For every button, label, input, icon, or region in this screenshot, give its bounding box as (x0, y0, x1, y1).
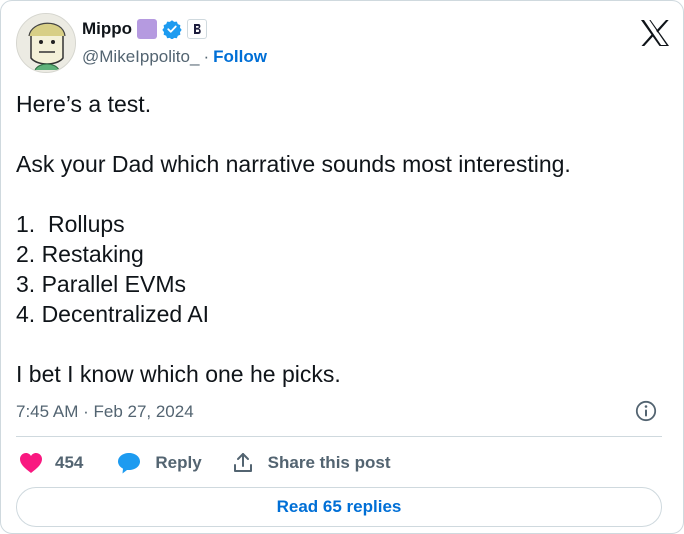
embedded-post-card: Mippo @MikeIppolito_ · Follow Here’s a t… (0, 0, 684, 534)
like-button[interactable]: 454 (19, 452, 83, 474)
post-text-line: 1. Rollups (16, 211, 125, 237)
reply-label: Reply (155, 453, 202, 472)
author-display-name[interactable]: Mippo (82, 19, 132, 39)
post-text-line: I bet I know which one he picks. (16, 361, 341, 387)
handle-separator: · (203, 47, 210, 66)
post-text: Here’s a test. Ask your Dad which narrat… (16, 89, 666, 389)
post-text-line: Ask your Dad which narrative sounds most… (16, 151, 571, 177)
post-text-line (16, 119, 666, 149)
reply-button[interactable]: Reply (117, 452, 202, 474)
author-handle-row: @MikeIppolito_ · Follow (82, 46, 267, 68)
author-name-row: Mippo (82, 17, 208, 41)
post-timestamp[interactable]: 7:45 AM · Feb 27, 2024 (16, 402, 194, 422)
post-text-line: Here’s a test. (16, 91, 152, 117)
share-upload-icon (233, 453, 252, 472)
x-logo-icon[interactable] (640, 19, 670, 47)
purple-square-emoji-icon (137, 19, 158, 39)
share-button[interactable]: Share this post (232, 452, 391, 474)
read-replies-button[interactable]: Read 65 replies (16, 487, 662, 527)
avatar[interactable] (16, 13, 76, 73)
post-text-line: 3. Parallel EVMs (16, 271, 187, 297)
like-count: 454 (55, 453, 84, 472)
affiliate-badge-icon (187, 19, 208, 39)
verified-badge-icon (162, 19, 182, 40)
info-icon[interactable] (634, 399, 658, 423)
post-text-line: 2. Restaking (16, 241, 144, 267)
heart-icon (20, 453, 42, 473)
share-label: Share this post (267, 453, 391, 472)
author-handle[interactable]: @MikeIppolito_ (82, 47, 199, 67)
action-bar: 454 Reply Share this post (19, 449, 390, 477)
post-header: Mippo @MikeIppolito_ · Follow (16, 13, 670, 73)
follow-button[interactable]: Follow (213, 47, 267, 67)
speech-bubble-icon (118, 453, 141, 474)
post-text-line (16, 179, 666, 209)
post-text-line (16, 329, 666, 359)
divider (16, 436, 662, 437)
post-text-line: 4. Decentralized AI (16, 301, 210, 327)
timestamp-row: 7:45 AM · Feb 27, 2024 (16, 399, 670, 425)
avatar-drawing-icon (17, 14, 75, 72)
read-replies-label: Read 65 replies (276, 497, 402, 516)
